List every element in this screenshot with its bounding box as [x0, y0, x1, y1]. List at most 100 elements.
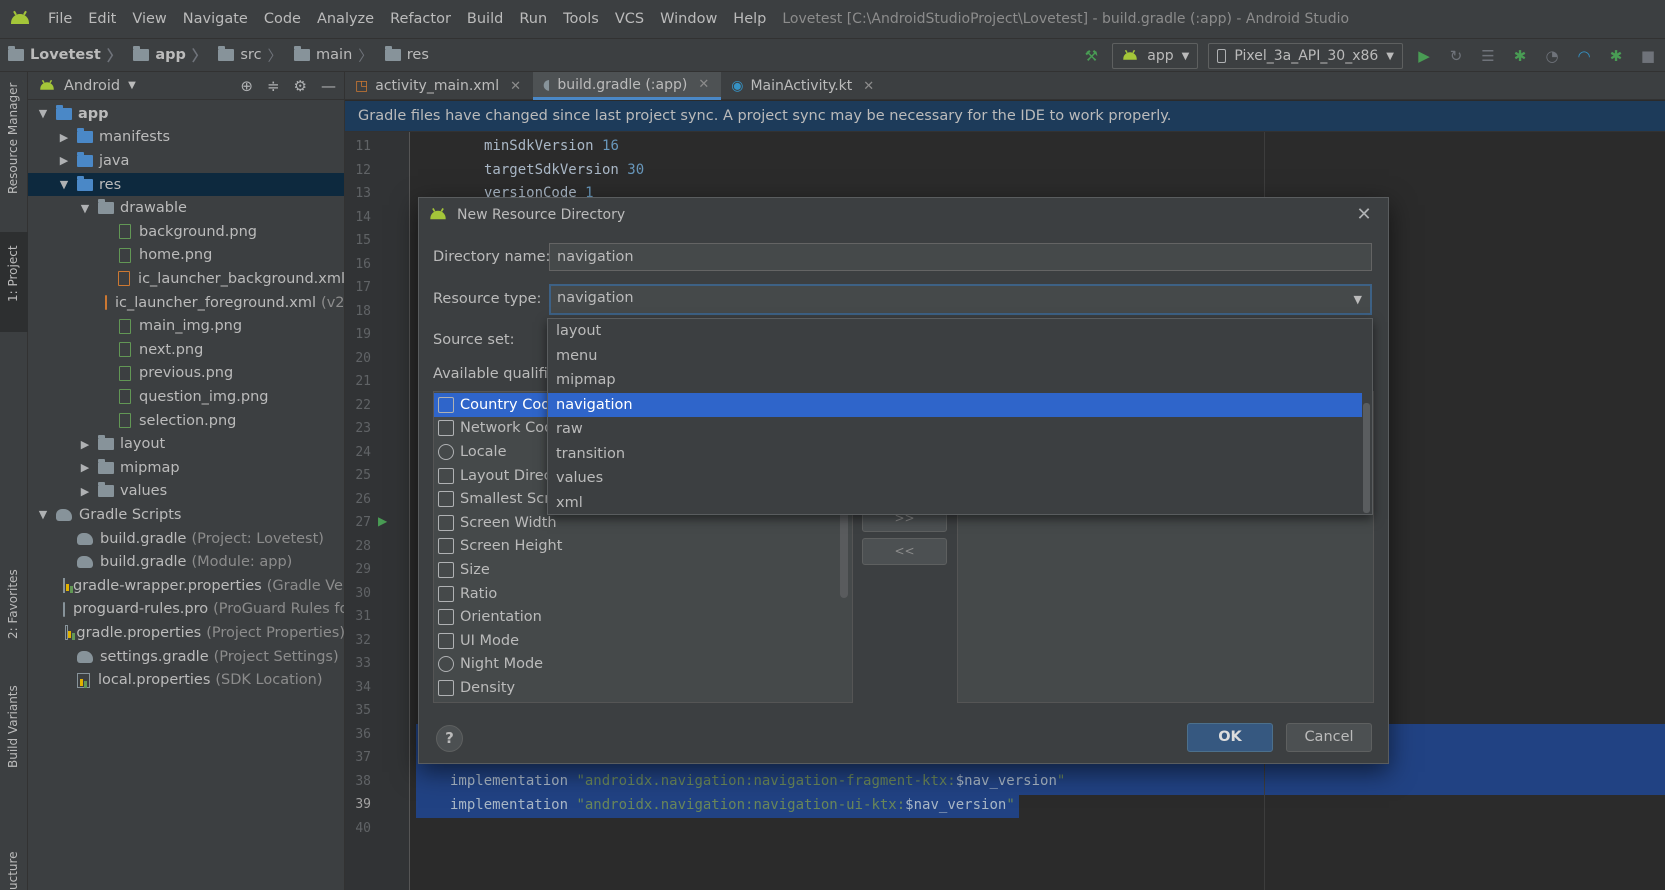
project-view-select[interactable]: Android — [64, 78, 120, 94]
menu-code[interactable]: Code — [256, 11, 309, 27]
tree-item[interactable]: next.png — [28, 338, 344, 362]
tree-item[interactable]: ▶ manifests — [28, 126, 344, 150]
build-variants-tab[interactable]: Build Variants — [0, 682, 28, 792]
collapsed-arrow-icon[interactable]: ▶ — [78, 485, 92, 498]
tree-item[interactable]: build.gradle (Module: app) — [28, 550, 344, 574]
help-button[interactable]: ? — [436, 725, 463, 752]
profiler-gauge-icon[interactable]: ◠ — [1573, 45, 1595, 67]
editor-tab[interactable]: ◖ build.gradle (:app) ✕ — [533, 72, 722, 100]
tree-item[interactable]: ic_launcher_background.xml — [28, 267, 344, 291]
structure-tab[interactable]: ucture — [0, 812, 28, 890]
dropdown-option[interactable]: mipmap — [548, 368, 1362, 393]
tree-item[interactable]: ▶ layout — [28, 432, 344, 456]
collapsed-arrow-icon[interactable]: ▶ — [57, 131, 71, 144]
menu-help[interactable]: Help — [725, 11, 774, 27]
tree-item[interactable]: gradle.properties (Project Properties) — [28, 621, 344, 645]
breadcrumb-item[interactable]: res — [377, 46, 433, 63]
tree-item[interactable]: ▶ mipmap — [28, 456, 344, 480]
device-select[interactable]: Pixel_3a_API_30_x86 ▼ — [1208, 43, 1403, 69]
dropdown-option[interactable]: xml — [548, 491, 1362, 516]
dropdown-option[interactable]: values — [548, 466, 1362, 491]
close-tab-icon[interactable]: ✕ — [510, 79, 521, 94]
dropdown-option[interactable]: transition — [548, 442, 1362, 467]
tree-item[interactable]: ▶ java — [28, 149, 344, 173]
collapsed-arrow-icon[interactable]: ▶ — [78, 461, 92, 474]
dropdown-scrollbar[interactable] — [1363, 403, 1370, 513]
tree-item[interactable]: question_img.png — [28, 385, 344, 409]
breadcrumb-item[interactable]: Lovetest 〉 — [0, 45, 125, 66]
close-icon[interactable]: ✕ — [1354, 205, 1374, 225]
tree-item[interactable]: ic_launcher_foreground.xml(v24) — [28, 291, 344, 315]
tree-item[interactable]: proguard-rules.pro (ProGuard Rules fo — [28, 598, 344, 622]
chevron-down-icon[interactable]: ▼ — [128, 80, 136, 91]
qualifier-item[interactable]: UI Mode — [434, 629, 834, 653]
expanded-arrow-icon[interactable]: ▼ — [78, 202, 92, 215]
tree-item[interactable]: settings.gradle (Project Settings) — [28, 645, 344, 669]
apply-code-changes-icon[interactable]: ☰ — [1477, 45, 1499, 67]
close-tab-icon[interactable]: ✕ — [698, 77, 709, 92]
expanded-arrow-icon[interactable]: ▼ — [36, 107, 50, 120]
tree-item[interactable]: ▼ Gradle Scripts — [28, 503, 344, 527]
stop-icon[interactable]: ■ — [1637, 45, 1659, 67]
tree-item[interactable]: background.png — [28, 220, 344, 244]
tree-item[interactable]: local.properties (SDK Location) — [28, 668, 344, 692]
tree-item[interactable]: gradle-wrapper.properties(Gradle Vers — [28, 574, 344, 598]
menu-view[interactable]: View — [124, 11, 174, 27]
editor-tab[interactable]: ◉ MainActivity.kt ✕ — [721, 72, 886, 100]
tree-item[interactable]: selection.png — [28, 409, 344, 433]
collapsed-arrow-icon[interactable]: ▶ — [57, 154, 71, 167]
tree-item[interactable]: ▼ res — [28, 172, 344, 197]
run-config-select[interactable]: app ▼ — [1112, 43, 1199, 69]
attach-debugger-icon[interactable]: ✱ — [1605, 45, 1627, 67]
run-gutter-icon[interactable]: ▶ — [378, 514, 387, 528]
project-tab[interactable]: 1: Project — [0, 232, 28, 332]
favorites-tab[interactable]: 2: Favorites — [0, 567, 28, 667]
dropdown-option[interactable]: menu — [548, 344, 1362, 369]
qualifier-item[interactable]: Screen Height — [434, 535, 834, 559]
resource-manager-tab[interactable]: Resource Manager — [0, 82, 28, 232]
profile-icon[interactable]: ◔ — [1541, 45, 1563, 67]
editor-tab[interactable]: ◳ activity_main.xml ✕ — [345, 72, 533, 100]
run-icon[interactable]: ▶ — [1413, 45, 1435, 67]
menu-edit[interactable]: Edit — [80, 11, 124, 27]
qualifier-item[interactable]: Ratio — [434, 582, 834, 606]
menu-tools[interactable]: Tools — [555, 11, 607, 27]
menu-refactor[interactable]: Refactor — [382, 11, 459, 27]
menu-vcs[interactable]: VCS — [607, 11, 652, 27]
qualifier-item[interactable]: Size — [434, 558, 834, 582]
qualifier-item[interactable]: Density — [434, 676, 834, 700]
breadcrumb-item[interactable]: app 〉 — [125, 45, 210, 66]
dropdown-option[interactable]: layout — [548, 319, 1362, 344]
minimize-icon[interactable]: — — [321, 77, 336, 95]
apply-changes-icon[interactable]: ↻ — [1445, 45, 1467, 67]
locate-target-icon[interactable]: ⊕ — [240, 77, 253, 95]
menu-file[interactable]: File — [40, 11, 80, 27]
gear-icon[interactable]: ⚙ — [294, 77, 307, 95]
menu-run[interactable]: Run — [511, 11, 555, 27]
tree-item[interactable]: build.gradle (Project: Lovetest) — [28, 527, 344, 551]
expanded-arrow-icon[interactable]: ▼ — [57, 178, 71, 191]
remove-qualifier-button[interactable]: << — [862, 538, 947, 565]
resource-type-select[interactable]: navigation ▼ — [549, 284, 1372, 315]
tree-item[interactable]: main_img.png — [28, 314, 344, 338]
build-hammer-icon[interactable]: ⚒ — [1080, 45, 1102, 67]
debug-icon[interactable]: ✱ — [1509, 45, 1531, 67]
close-tab-icon[interactable]: ✕ — [863, 79, 874, 94]
menu-analyze[interactable]: Analyze — [309, 11, 382, 27]
directory-name-field[interactable]: navigation — [549, 243, 1372, 271]
collapsed-arrow-icon[interactable]: ▶ — [78, 438, 92, 451]
tree-item[interactable]: ▼ app — [28, 102, 344, 126]
ok-button[interactable]: OK — [1187, 723, 1273, 752]
qualifier-item[interactable]: Orientation — [434, 605, 834, 629]
tree-item[interactable]: ▶ values — [28, 480, 344, 504]
cancel-button[interactable]: Cancel — [1286, 723, 1372, 752]
tree-item[interactable]: previous.png — [28, 362, 344, 386]
tree-item[interactable]: ▼ drawable — [28, 196, 344, 220]
dropdown-option[interactable]: raw — [548, 417, 1362, 442]
menu-window[interactable]: Window — [652, 11, 725, 27]
menu-navigate[interactable]: Navigate — [175, 11, 256, 27]
breadcrumb-item[interactable]: main 〉 — [286, 45, 377, 66]
expanded-arrow-icon[interactable]: ▼ — [36, 508, 50, 521]
breadcrumb-item[interactable]: src 〉 — [210, 45, 286, 66]
qualifier-item[interactable]: Night Mode — [434, 653, 834, 677]
